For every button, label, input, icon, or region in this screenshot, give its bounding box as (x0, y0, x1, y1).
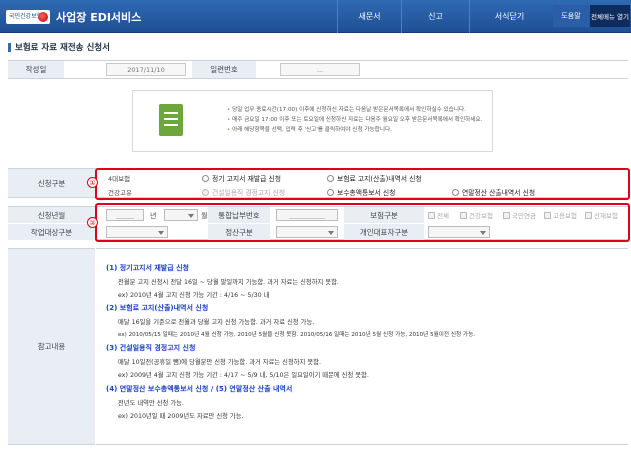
notice-line: 아래 해당항목을 선택, 입력 후 '신고'를 클릭하여야 신청 가능합니다. (227, 125, 482, 135)
reference-line: ex) 2009년 4월 고지 신청 가능 기간 : 4/17 ~ 5/9 내,… (118, 372, 369, 379)
help-button[interactable]: 도움말 (553, 5, 589, 27)
logo[interactable]: 국민건강보험 사업장 EDI서비스 (6, 8, 141, 26)
nav-report[interactable]: 신고 (401, 0, 469, 33)
year-month-label: 신청년월 (8, 207, 95, 223)
nav-close-form[interactable]: 서식닫기 (469, 0, 549, 33)
open-all-menu-button[interactable]: 전체메뉴 열기 (590, 5, 630, 27)
title-bar-icon (8, 42, 11, 52)
reference-heading: (3) 건설일용직 경정고지 신청 (106, 344, 196, 352)
reference-line: 매달 10일전(공휴일 뺌)에 당월분만 신청 가능함. 과거 자료는 신청하지… (118, 359, 321, 366)
notice-line: 매주 금요일 17:00 이후 또는 토요일에 신청하신 자료는 다음주 월요일… (227, 115, 482, 125)
reference-line: ex) 2010/05/15 일때는 2010년 4월 신청 가능, 2010년… (118, 332, 475, 338)
marker-2: ② (87, 217, 98, 228)
top-bar: 국민건강보험 사업장 EDI서비스 새문서 신고 서식닫기 도움말 전체메뉴 열… (0, 0, 631, 33)
writing-info-row: 작성일 2017/11/10 일련번호 ... (8, 60, 628, 79)
app-title: 사업장 EDI서비스 (56, 11, 142, 24)
page-title-text: 보험료 자료 재전송 신청서 (15, 43, 110, 53)
notice-text: 당일 업무 종료시간(17:00) 이후에 신청하신 자료는 다음날 받은문서목… (227, 105, 482, 135)
date-label: 작성일 (8, 61, 64, 78)
highlight-box-2 (95, 203, 630, 242)
reference-heading: (1) 정기고지서 재발급 신청 (106, 264, 189, 272)
date-value: 2017/11/10 (106, 63, 186, 76)
notice-box: 당일 업무 종료시간(17:00) 이후에 신청하신 자료는 다음날 받은문서목… (132, 90, 493, 152)
reference-line: 전년도 내역만 신청 가능. (118, 400, 184, 407)
reference-heading: (4) 연말정산 보수총액통보서 신청 / (5) 연말정산 산출 내역서 (106, 385, 293, 393)
reference-label: 참고내용 (8, 248, 95, 445)
reference-line: ex) 2010년일 때 2009년도 자료만 신청 가능. (118, 413, 244, 420)
apply-type-label: 신청구분 (8, 169, 95, 197)
logo-mark: 국민건강보험 (6, 10, 50, 24)
nav-new-document[interactable]: 새문서 (337, 0, 401, 33)
notice-line: 당일 업무 종료시간(17:00) 이후에 신청하신 자료는 다음날 받은문서목… (227, 105, 482, 115)
page-title: 보험료 자료 재전송 신청서 (8, 41, 110, 53)
reference-line: 전월분 고지 신청시 전달 16일 ~ 당월 말일까지 가능함. 과거 자료는 … (118, 279, 339, 286)
serial-label: 일련번호 (192, 61, 256, 78)
marker-1: ① (87, 177, 98, 188)
serial-value: ... (280, 63, 360, 76)
target-label: 작업대상구분 (8, 224, 95, 240)
document-icon (159, 104, 183, 136)
reference-line: 매달 16일을 기준으로 전월과 당월 고지 신청 가능함. 과거 자료 신청 … (118, 319, 315, 326)
reference-heading: (2) 보험료 고지(산출)내역서 신청 (106, 304, 209, 312)
reference-line: ex) 2010년 4월 고지 신청 가능 기간 : 4/16 ~ 5/30 내 (118, 292, 270, 299)
highlight-box-1 (95, 168, 630, 200)
reference-content: (1) 정기고지서 재발급 신청 전월분 고지 신청시 전달 16일 ~ 당월 … (96, 248, 628, 445)
